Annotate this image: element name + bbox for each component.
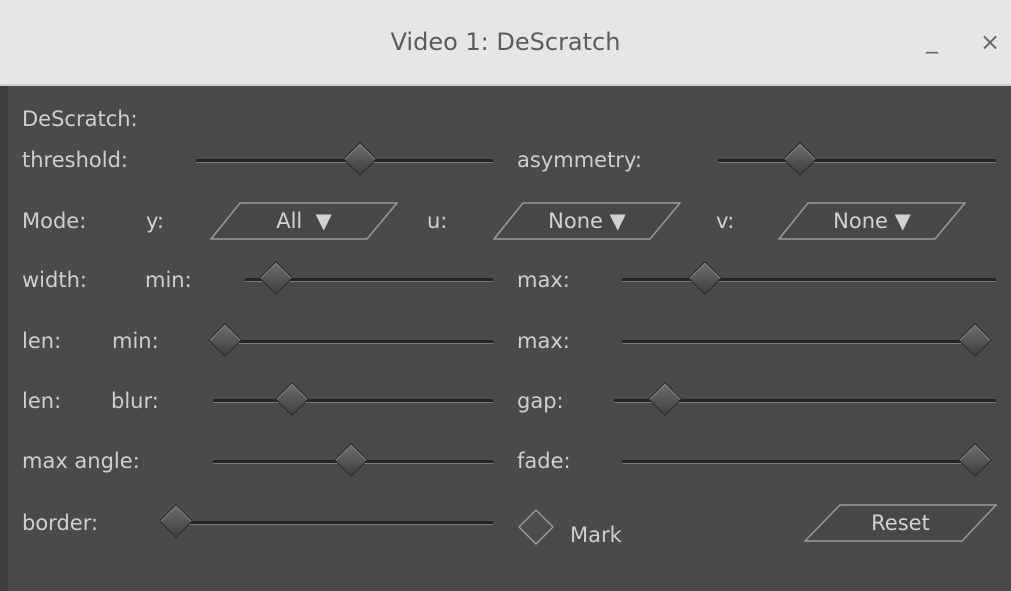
width-max-label: max:: [517, 268, 570, 292]
max-angle-slider[interactable]: [213, 443, 493, 477]
blur-slider[interactable]: [213, 382, 493, 416]
window-title: Video 1: DeScratch: [390, 28, 621, 56]
slider-knob[interactable]: [958, 443, 992, 477]
width-label: width:: [22, 268, 87, 292]
slider-knob[interactable]: [258, 261, 293, 295]
mode-v-dropdown[interactable]: None ▼: [778, 202, 966, 240]
section-heading: DeScratch:: [22, 107, 138, 131]
gap-slider[interactable]: [614, 382, 996, 416]
max-angle-label: max angle:: [22, 449, 140, 473]
mode-v-label: v:: [716, 209, 735, 233]
slider-knob[interactable]: [647, 382, 682, 416]
chevron-down-icon: ▼: [609, 209, 626, 233]
dropdown-value: None ▼: [548, 209, 626, 233]
mark-checkbox[interactable]: [517, 508, 555, 546]
slider-track: [622, 278, 996, 282]
blur-label: blur:: [111, 389, 159, 413]
threshold-label: threshold:: [22, 148, 128, 172]
slider-track: [622, 340, 974, 344]
len-min-label: min:: [112, 329, 159, 353]
reset-label: Reset: [871, 511, 930, 535]
fade-label: fade:: [517, 449, 571, 473]
width-min-slider[interactable]: [245, 261, 493, 295]
mode-u-label: u:: [427, 209, 448, 233]
len-blur-row-label: len:: [22, 389, 62, 413]
slider-track: [622, 460, 974, 464]
checkbox-diamond-icon: [517, 508, 555, 546]
gap-label: gap:: [517, 389, 564, 413]
slider-knob[interactable]: [159, 504, 193, 538]
slider-track: [718, 159, 996, 163]
slider-knob[interactable]: [343, 142, 378, 176]
slider-track: [224, 340, 493, 344]
len-max-slider[interactable]: [622, 323, 992, 357]
fade-slider[interactable]: [622, 443, 992, 477]
len-min-slider[interactable]: [208, 323, 493, 357]
close-button[interactable]: ×: [980, 28, 1000, 56]
slider-knob[interactable]: [688, 261, 723, 295]
slider-knob[interactable]: [782, 142, 817, 176]
descratch-panel: DeScratch: threshold: asymmetry: Mode: y…: [8, 86, 1011, 591]
border-label: border:: [22, 511, 99, 535]
title-bar: Video 1: DeScratch _ ×: [0, 0, 1011, 86]
slider-track: [213, 399, 493, 403]
slider-knob[interactable]: [334, 443, 369, 477]
mark-label: Mark: [570, 523, 622, 547]
border-slider[interactable]: [159, 504, 493, 538]
len-label: len:: [22, 329, 62, 353]
slider-track: [175, 521, 493, 525]
reset-button[interactable]: Reset: [804, 504, 997, 542]
width-min-label: min:: [145, 268, 192, 292]
mode-label: Mode:: [22, 209, 87, 233]
threshold-slider[interactable]: [196, 142, 493, 176]
chevron-down-icon: ▼: [894, 209, 911, 233]
dropdown-value: All ▼: [276, 209, 332, 233]
minimize-button[interactable]: _: [926, 26, 938, 54]
mode-y-label: y:: [146, 209, 164, 233]
mode-y-dropdown[interactable]: All ▼: [210, 202, 398, 240]
len-max-label: max:: [517, 329, 570, 353]
asymmetry-label: asymmetry:: [517, 148, 642, 172]
width-max-slider[interactable]: [622, 261, 996, 295]
slider-knob[interactable]: [958, 323, 992, 357]
chevron-down-icon: ▼: [315, 209, 332, 233]
dropdown-value: None ▼: [833, 209, 911, 233]
slider-knob[interactable]: [275, 382, 310, 416]
mode-u-dropdown[interactable]: None ▼: [493, 202, 681, 240]
slider-knob[interactable]: [208, 323, 242, 357]
asymmetry-slider[interactable]: [718, 142, 996, 176]
